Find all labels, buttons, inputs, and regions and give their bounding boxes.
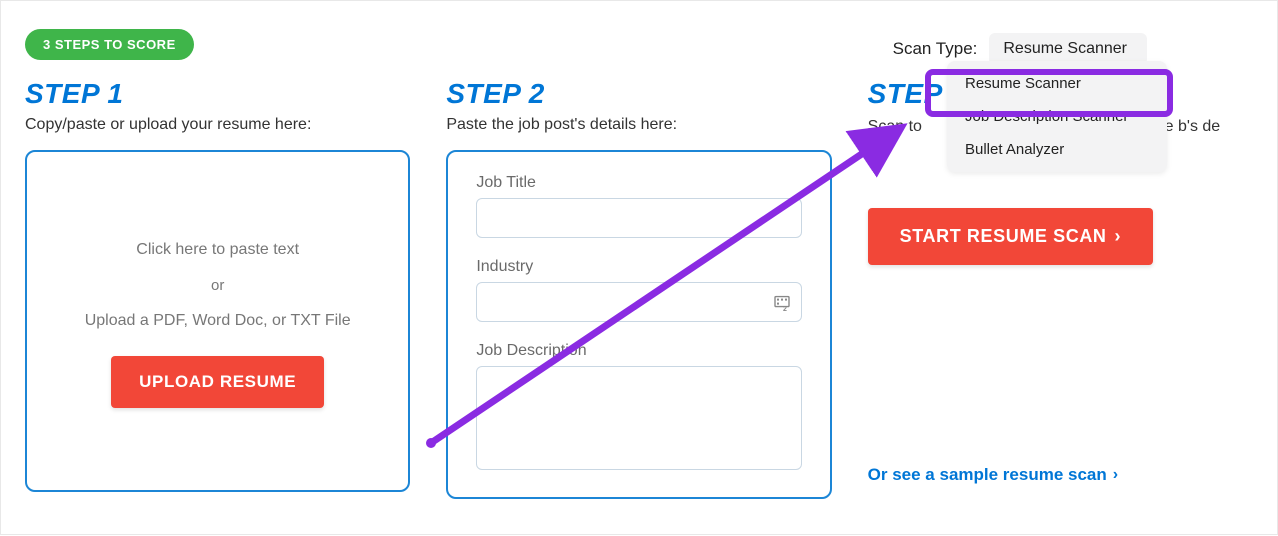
resume-dropzone-inner: Click here to paste text or Upload a PDF… <box>27 152 408 490</box>
step2-heading: STEP 2 <box>446 78 831 110</box>
chevron-right-icon: › <box>1113 466 1118 484</box>
start-button-label: START RESUME SCAN <box>900 226 1107 247</box>
sample-resume-scan-link[interactable]: Or see a sample resume scan › <box>868 465 1253 485</box>
step1-column: STEP 1 Copy/paste or upload your resume … <box>25 78 410 499</box>
job-title-label: Job Title <box>476 174 801 192</box>
industry-input-wrap: 2 <box>476 282 801 334</box>
step1-desc: Copy/paste or upload your resume here: <box>25 116 410 134</box>
start-button-wrap: START RESUME SCAN › <box>868 208 1253 265</box>
chevron-right-icon: › <box>1115 226 1122 247</box>
upload-resume-button[interactable]: UPLOAD RESUME <box>111 356 324 408</box>
steps-badge: 3 STEPS TO SCORE <box>25 29 194 60</box>
sample-link-label: Or see a sample resume scan <box>868 465 1107 485</box>
step2-column: STEP 2 Paste the job post's details here… <box>446 78 831 499</box>
or-text: or <box>211 277 224 294</box>
paste-text-hint: Click here to paste text <box>136 241 299 259</box>
step1-heading: STEP 1 <box>25 78 410 110</box>
job-description-textarea[interactable] <box>476 366 801 470</box>
scan-type-label: Scan Type: <box>893 39 978 59</box>
dropdown-item-resume-scanner[interactable]: Resume Scanner <box>947 67 1167 100</box>
job-details-box: Job Title Industry 2 Job Description <box>446 150 831 499</box>
main-container: 3 STEPS TO SCORE STEP 1 Copy/paste or up… <box>0 0 1278 535</box>
industry-label: Industry <box>476 258 801 276</box>
scan-type-dropdown: Resume Scanner Job Description Scanner B… <box>947 61 1167 172</box>
dropdown-item-bullet-analyzer[interactable]: Bullet Analyzer <box>947 133 1167 166</box>
job-details-inner: Job Title Industry 2 Job Description <box>448 152 829 497</box>
job-title-input[interactable] <box>476 198 801 238</box>
step2-desc: Paste the job post's details here: <box>446 116 831 134</box>
dropdown-item-job-description-scanner[interactable]: Job Description Scanner <box>947 100 1167 133</box>
job-description-label: Job Description <box>476 342 801 360</box>
resume-dropzone[interactable]: Click here to paste text or Upload a PDF… <box>25 150 410 492</box>
step3-desc-part1: Scan to <box>868 118 922 135</box>
industry-input[interactable] <box>476 282 801 322</box>
upload-hint: Upload a PDF, Word Doc, or TXT File <box>85 312 351 330</box>
start-resume-scan-button[interactable]: START RESUME SCAN › <box>868 208 1153 265</box>
